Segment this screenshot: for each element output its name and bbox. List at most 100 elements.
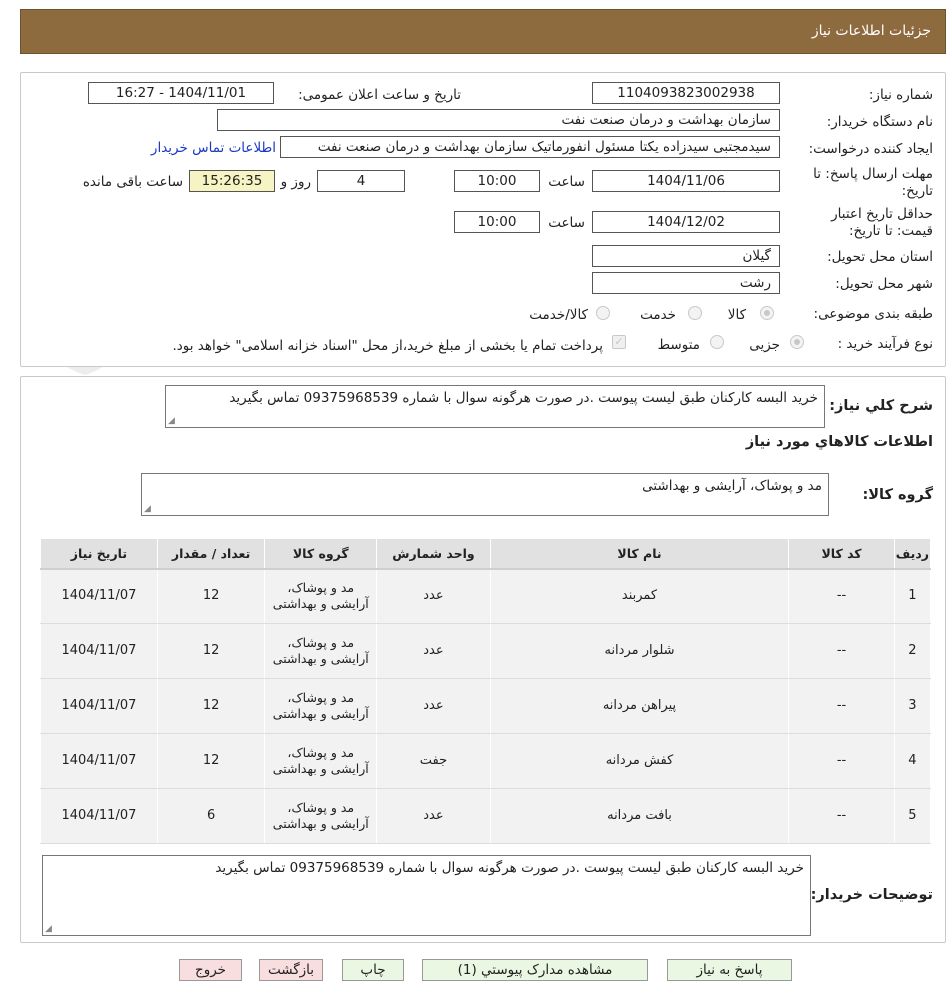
buyer-org-label: نام دستگاه خریدار:	[826, 114, 933, 130]
process-minor-radio[interactable]	[790, 335, 804, 349]
need-number-field: 1104093823002938	[592, 82, 780, 104]
process-label: نوع فرآیند خرید :	[837, 336, 933, 352]
cell-unit: عدد	[376, 678, 491, 734]
resize-grip[interactable]: ◢	[168, 417, 175, 426]
deadline-date-field: 1404/11/06	[592, 170, 780, 192]
province-label: استان محل تحویل:	[827, 249, 933, 265]
cell-qty: 12	[156, 568, 266, 624]
category-service-radio[interactable]	[688, 306, 702, 320]
col-group: گروه کالا	[264, 538, 378, 570]
page-header: جزئیات اطلاعات نیاز	[20, 9, 946, 54]
cell-row: 2	[893, 623, 932, 679]
cell-name: کمربند	[489, 568, 790, 624]
summary-text: خرید البسه کارکنان طبق لیست پیوست .در صو…	[229, 390, 818, 406]
page-title: جزئیات اطلاعات نیاز	[811, 23, 931, 39]
col-row: ردیف	[893, 538, 932, 570]
payment-checkbox[interactable]: ✓	[612, 335, 626, 349]
buyer-notes-textarea[interactable]: خرید البسه کارکنان طبق لیست پیوست .در صو…	[42, 855, 811, 936]
validity-time-field: 10:00	[454, 211, 540, 233]
city-field: رشت	[592, 272, 780, 294]
remaining-days-field: 4	[317, 170, 405, 192]
col-name: نام کالا	[489, 538, 790, 570]
exit-button[interactable]: خروج	[179, 959, 242, 981]
cell-name: کفش مردانه	[489, 733, 790, 789]
table-row: 5 -- بافت مردانه عدد مد و پوشاک، آرایشی …	[40, 788, 932, 844]
table-row: 1 -- کمربند عدد مد و پوشاک، آرایشی و بهد…	[40, 568, 932, 624]
cell-date: 1404/11/07	[40, 568, 158, 624]
city-label: شهر محل تحویل:	[835, 276, 933, 292]
cell-date: 1404/11/07	[40, 678, 158, 734]
cell-unit: عدد	[376, 568, 491, 624]
announce-field: 1404/11/01 - 16:27	[88, 82, 274, 104]
goods-group-textarea[interactable]: مد و پوشاک، آرایشی و بهداشتی ◢	[141, 473, 829, 516]
deadline-label: مهلت ارسال پاسخ: تا تاریخ:	[813, 166, 933, 199]
cell-qty: 6	[156, 788, 266, 844]
cell-code: --	[788, 623, 895, 679]
cell-date: 1404/11/07	[40, 733, 158, 789]
reply-button[interactable]: پاسخ به نیاز	[667, 959, 792, 981]
cell-qty: 12	[156, 623, 266, 679]
table-header-row: ردیف کد کالا نام کالا واحد شمارش گروه کا…	[40, 538, 932, 570]
remaining-label: ساعت باقی مانده	[82, 174, 183, 190]
buyer-org-field: سازمان بهداشت و درمان صنعت نفت	[217, 109, 780, 131]
resize-grip[interactable]: ◢	[144, 505, 151, 514]
summary-label: شرح کلي نياز:	[829, 398, 933, 414]
table-row: 4 -- کفش مردانه جفت مد و پوشاک، آرایشی و…	[40, 733, 932, 789]
resize-grip[interactable]: ◢	[45, 925, 52, 934]
cell-code: --	[788, 733, 895, 789]
creator-field: سیدمجتبی سیدزاده یکتا مسئول انفورماتیک س…	[280, 136, 780, 158]
goods-info-title: اطلاعات کالاهاي مورد نياز	[745, 434, 933, 450]
cell-group: مد و پوشاک، آرایشی و بهداشتی	[264, 733, 378, 789]
creator-label: ایجاد کننده درخواست:	[808, 141, 933, 157]
summary-textarea[interactable]: خرید البسه کارکنان طبق لیست پیوست .در صو…	[165, 385, 825, 428]
print-button[interactable]: چاپ	[342, 959, 404, 981]
category-goods-service-label: کالا/خدمت	[529, 307, 588, 323]
process-minor-label: جزیی	[749, 337, 780, 353]
category-goods-label: کالا	[727, 307, 746, 323]
cell-date: 1404/11/07	[40, 788, 158, 844]
cell-code: --	[788, 568, 895, 624]
cell-group: مد و پوشاک، آرایشی و بهداشتی	[264, 788, 378, 844]
col-code: کد کالا	[788, 538, 895, 570]
cell-name: بافت مردانه	[489, 788, 790, 844]
goods-group-label: گروه کالا:	[862, 487, 933, 503]
cell-name: پیراهن مردانه	[489, 678, 790, 734]
deadline-time-label: ساعت	[548, 174, 585, 190]
days-label: روز و	[280, 174, 311, 190]
cell-unit: جفت	[376, 733, 491, 789]
cell-row: 4	[893, 733, 932, 789]
buyer-notes-text: خرید البسه کارکنان طبق لیست پیوست .در صو…	[215, 860, 804, 876]
payment-note: پرداخت تمام یا بخشی از مبلغ خرید،از محل …	[172, 338, 603, 354]
cell-code: --	[788, 788, 895, 844]
process-medium-label: متوسط	[657, 337, 700, 353]
items-table: ردیف کد کالا نام کالا واحد شمارش گروه کا…	[40, 538, 932, 844]
cell-row: 5	[893, 788, 932, 844]
category-goods-service-radio[interactable]	[596, 306, 610, 320]
cell-group: مد و پوشاک، آرایشی و بهداشتی	[264, 568, 378, 624]
goods-group-text: مد و پوشاک، آرایشی و بهداشتی	[642, 478, 822, 494]
buyer-contact-link[interactable]: اطلاعات تماس خریدار	[151, 140, 276, 156]
attachments-button[interactable]: مشاهده مدارک پیوستي (1)	[422, 959, 648, 981]
province-field: گیلان	[592, 245, 780, 267]
process-medium-radio[interactable]	[710, 335, 724, 349]
announce-label: تاریخ و ساعت اعلان عمومی:	[298, 87, 461, 103]
cell-qty: 12	[156, 678, 266, 734]
cell-qty: 12	[156, 733, 266, 789]
remaining-time-field: 15:26:35	[189, 170, 275, 192]
validity-label: حداقل تاریخ اعتبار قیمت: تا تاریخ:	[831, 206, 933, 239]
cell-unit: عدد	[376, 788, 491, 844]
col-date: تاریخ نیاز	[40, 538, 158, 570]
need-number-label: شماره نیاز:	[868, 87, 933, 103]
category-label: طبقه بندی موضوعی:	[813, 306, 933, 322]
back-button[interactable]: بازگشت	[259, 959, 323, 981]
category-service-label: خدمت	[640, 307, 676, 323]
col-unit: واحد شمارش	[376, 538, 491, 570]
col-qty: تعداد / مقدار	[156, 538, 266, 570]
cell-group: مد و پوشاک، آرایشی و بهداشتی	[264, 623, 378, 679]
validity-date-field: 1404/12/02	[592, 211, 780, 233]
cell-date: 1404/11/07	[40, 623, 158, 679]
category-goods-radio[interactable]	[760, 306, 774, 320]
table-row: 2 -- شلوار مردانه عدد مد و پوشاک، آرایشی…	[40, 623, 932, 679]
table-row: 3 -- پیراهن مردانه عدد مد و پوشاک، آرایش…	[40, 678, 932, 734]
buyer-notes-label: توضیحات خریدار:	[810, 887, 933, 903]
